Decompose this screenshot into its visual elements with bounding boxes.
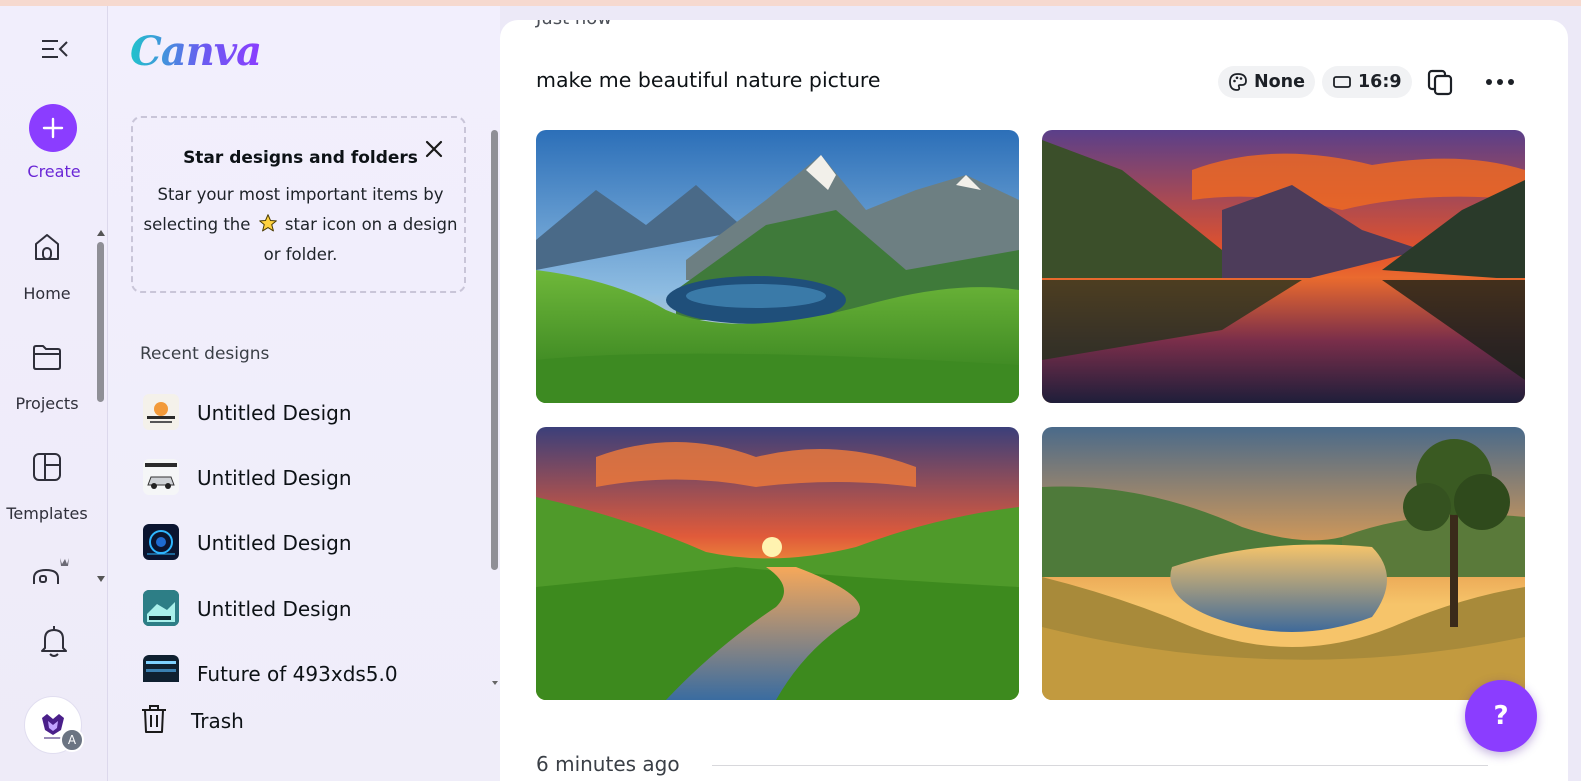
style-chip[interactable]: None	[1218, 66, 1315, 98]
rail-label-home: Home	[23, 284, 71, 303]
tip-body-end: star icon on a design or folder.	[263, 215, 458, 264]
trash-label: Trash	[191, 709, 244, 733]
generated-image-1[interactable]	[536, 130, 1019, 403]
recent-design-item[interactable]: Untitled Design	[140, 587, 470, 631]
home-icon	[35, 234, 59, 260]
palette-icon	[1229, 73, 1247, 91]
recent-design-item[interactable]: Untitled Design	[140, 391, 470, 435]
mountain-lake-image	[536, 130, 1019, 403]
close-icon[interactable]	[423, 138, 445, 160]
plus-icon	[42, 117, 64, 139]
star-icon	[258, 214, 277, 232]
create-label[interactable]: Create	[0, 162, 108, 181]
more-horizontal-icon	[1486, 79, 1514, 85]
design-name: Untitled Design	[197, 531, 352, 555]
collapse-sidebar-icon[interactable]	[40, 36, 70, 62]
style-chip-label: None	[1254, 72, 1305, 92]
star-tip-card: Star designs and folders Star your most …	[131, 116, 466, 293]
rail-item-home[interactable]: Home	[0, 228, 96, 308]
timestamp-bottom: 6 minutes ago	[536, 752, 680, 776]
generated-image-3[interactable]	[536, 427, 1019, 700]
recent-design-item[interactable]: Untitled Design	[140, 456, 470, 500]
aspect-ratio-icon	[1333, 76, 1351, 88]
generated-image-4[interactable]	[1042, 427, 1525, 700]
create-button[interactable]	[29, 104, 77, 152]
design-thumbnail	[143, 655, 179, 682]
folder-icon	[33, 345, 61, 370]
brand-kit-icon	[33, 558, 69, 584]
aspect-ratio-label: 16:9	[1358, 72, 1402, 92]
generation-results: Just now make me beautiful nature pictur…	[500, 20, 1568, 781]
help-button[interactable]: ?	[1465, 680, 1537, 752]
trash-icon	[142, 705, 166, 733]
design-thumbnail	[143, 459, 179, 495]
rail-item-projects[interactable]: Projects	[0, 340, 96, 420]
timestamp-top: Just now	[536, 20, 612, 29]
recent-designs-heading: Recent designs	[140, 344, 270, 364]
aspect-ratio-chip[interactable]: 16:9	[1322, 66, 1412, 98]
design-thumbnail	[143, 394, 179, 430]
design-name: Untitled Design	[197, 466, 352, 490]
section-divider	[712, 765, 1488, 766]
rail-label-projects: Projects	[15, 394, 79, 413]
recent-design-item[interactable]: Future of 493xds5.0	[140, 652, 470, 682]
lake-tree-image	[1042, 427, 1525, 700]
recent-design-item[interactable]: Untitled Design	[140, 521, 470, 565]
tip-body: Star your most important items by select…	[141, 180, 460, 270]
account-badge[interactable]: A	[60, 728, 84, 752]
tip-title: Star designs and folders	[183, 148, 418, 168]
river-valley-image	[536, 427, 1019, 700]
panel-scrollbar[interactable]	[490, 118, 500, 688]
sunset-lake-image	[1042, 130, 1525, 403]
design-name: Untitled Design	[197, 597, 352, 621]
prompt-text: make me beautiful nature picture	[536, 68, 881, 92]
design-thumbnail	[143, 590, 179, 626]
rail-label-templates: Templates	[6, 504, 88, 523]
more-options-button[interactable]	[1482, 64, 1518, 100]
copy-icon	[1427, 69, 1453, 96]
design-name: Future of 493xds5.0	[197, 662, 398, 682]
trash-item[interactable]: Trash	[138, 700, 438, 740]
design-thumbnail	[143, 524, 179, 560]
left-rail: Create Home Projects Templates A	[0, 6, 108, 781]
rail-item-templates[interactable]: Templates	[0, 450, 96, 530]
canva-logo[interactable]: Canva	[130, 28, 262, 75]
side-panel: Canva Star designs and folders Star your…	[108, 6, 500, 781]
rail-scrollbar[interactable]	[96, 228, 106, 584]
design-name: Untitled Design	[197, 401, 352, 425]
rail-item-brand[interactable]	[0, 550, 96, 584]
generated-image-2[interactable]	[1042, 130, 1525, 403]
copy-button[interactable]	[1422, 64, 1458, 100]
templates-icon	[33, 453, 61, 481]
notifications-bell-icon[interactable]	[38, 624, 70, 658]
